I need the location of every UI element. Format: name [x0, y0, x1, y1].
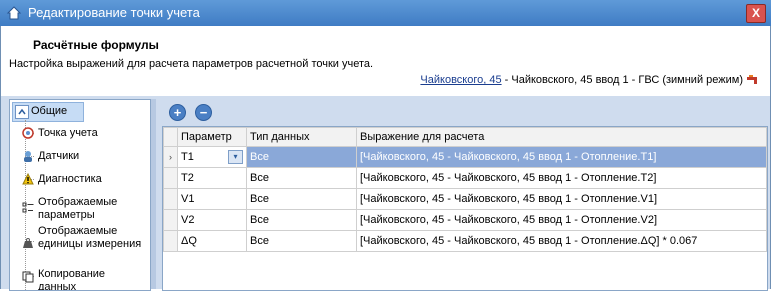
panel-splitter[interactable] [151, 99, 156, 289]
expression-cell[interactable]: [Чайковского, 45 - Чайковского, 45 ввод … [356, 146, 767, 168]
breadcrumb-text: - Чайковского, 45 ввод 1 - ГВС (зимний р… [501, 74, 743, 86]
type-cell[interactable]: Все [246, 167, 357, 189]
sidebar-item-meter-point[interactable]: Точка учета [22, 127, 98, 140]
type-cell[interactable]: Все [246, 146, 357, 168]
expression-cell[interactable]: [Чайковского, 45 - Чайковского, 45 ввод … [356, 230, 767, 252]
sidebar-item-label: Копирование данных [38, 268, 106, 291]
sidebar-item-displayed-units[interactable]: Отображаемые единицы измерения [23, 225, 146, 251]
page-title: Расчётные формулы [33, 38, 159, 52]
table-row[interactable]: › T1 ▾ Все [Чайковского, 45 - Чайковског… [163, 146, 767, 168]
column-header[interactable]: Тип данных [246, 127, 357, 147]
column-header[interactable]: Параметр [177, 127, 247, 147]
sidebar-item-sensors[interactable]: Датчики [24, 150, 80, 163]
page-header: Расчётные формулы Настройка выражений дл… [0, 26, 771, 96]
type-cell[interactable]: Все [246, 188, 357, 210]
chevron-up-icon[interactable] [15, 105, 29, 119]
sidebar-item-label: Отображаемые единицы измерения [38, 225, 142, 250]
current-row-indicator: › [163, 146, 178, 168]
nav-group-general[interactable]: Общие [12, 102, 84, 122]
weight-icon [23, 238, 33, 248]
param-cell[interactable]: T1 ▾ [177, 146, 247, 168]
window-titlebar: Редактирование точки учета X [0, 0, 771, 26]
sidebar-item-label: Отображаемые параметры [38, 196, 118, 221]
expression-cell[interactable]: [Чайковского, 45 - Чайковского, 45 ввод … [356, 188, 767, 210]
remove-button[interactable]: − [195, 104, 212, 121]
sidebar-item-data-copy[interactable]: Копирование данных [22, 268, 146, 291]
list-icon [22, 202, 33, 213]
faucet-icon [747, 75, 757, 85]
param-cell[interactable]: T2 [177, 167, 247, 189]
param-cell[interactable]: V1 [177, 188, 247, 210]
row-header [163, 209, 178, 231]
sidebar-item-diagnostics[interactable]: Диагностика [22, 173, 102, 186]
sidebar-nav: Общие Точка учета Датчики Диагностика От… [9, 99, 151, 291]
expression-cell[interactable]: [Чайковского, 45 - Чайковского, 45 ввод … [356, 209, 767, 231]
param-cell[interactable]: V2 [177, 209, 247, 231]
sidebar-item-label: Точка учета [38, 127, 98, 139]
type-cell[interactable]: Все [246, 209, 357, 231]
page-subtitle: Настройка выражений для расчета параметр… [9, 58, 374, 70]
table-row[interactable]: ΔQ Все [Чайковского, 45 - Чайковского, 4… [163, 230, 767, 252]
nav-group-label: Общие [31, 105, 68, 117]
row-header [163, 167, 178, 189]
breadcrumb: Чайковского, 45 - Чайковского, 45 ввод 1… [420, 74, 760, 86]
sidebar-item-displayed-params[interactable]: Отображаемые параметры [22, 196, 146, 222]
warning-icon [22, 173, 34, 185]
table-row[interactable]: V1 Все [Чайковского, 45 - Чайковского, 4… [163, 188, 767, 210]
copy-icon [22, 271, 34, 283]
type-cell[interactable]: Все [246, 230, 357, 252]
chevron-down-icon[interactable]: ▾ [228, 150, 243, 164]
param-value: T1 [181, 151, 194, 163]
toolbar: + − [159, 99, 767, 125]
expression-cell[interactable]: [Чайковского, 45 - Чайковского, 45 ввод … [356, 167, 767, 189]
row-header [163, 230, 178, 252]
close-button[interactable]: X [746, 4, 766, 23]
meter-icon [22, 127, 34, 139]
param-cell[interactable]: ΔQ [177, 230, 247, 252]
row-header [163, 188, 178, 210]
user-icon [24, 151, 32, 162]
sidebar-item-label: Диагностика [38, 173, 102, 185]
table-header-row: Параметр Тип данных Выражение для расчет… [163, 127, 767, 147]
table-row[interactable]: V2 Все [Чайковского, 45 - Чайковского, 4… [163, 209, 767, 231]
row-header-corner [163, 127, 178, 147]
breadcrumb-link[interactable]: Чайковского, 45 [420, 74, 501, 86]
content-area: Общие Точка учета Датчики Диагностика От… [0, 96, 771, 291]
table-row[interactable]: T2 Все [Чайковского, 45 - Чайковского, 4… [163, 167, 767, 189]
home-icon [6, 6, 22, 20]
add-button[interactable]: + [169, 104, 186, 121]
column-header[interactable]: Выражение для расчета [356, 127, 767, 147]
sidebar-item-label: Датчики [38, 150, 80, 162]
window-title: Редактирование точки учета [28, 5, 200, 20]
formulas-table: Параметр Тип данных Выражение для расчет… [162, 126, 768, 291]
